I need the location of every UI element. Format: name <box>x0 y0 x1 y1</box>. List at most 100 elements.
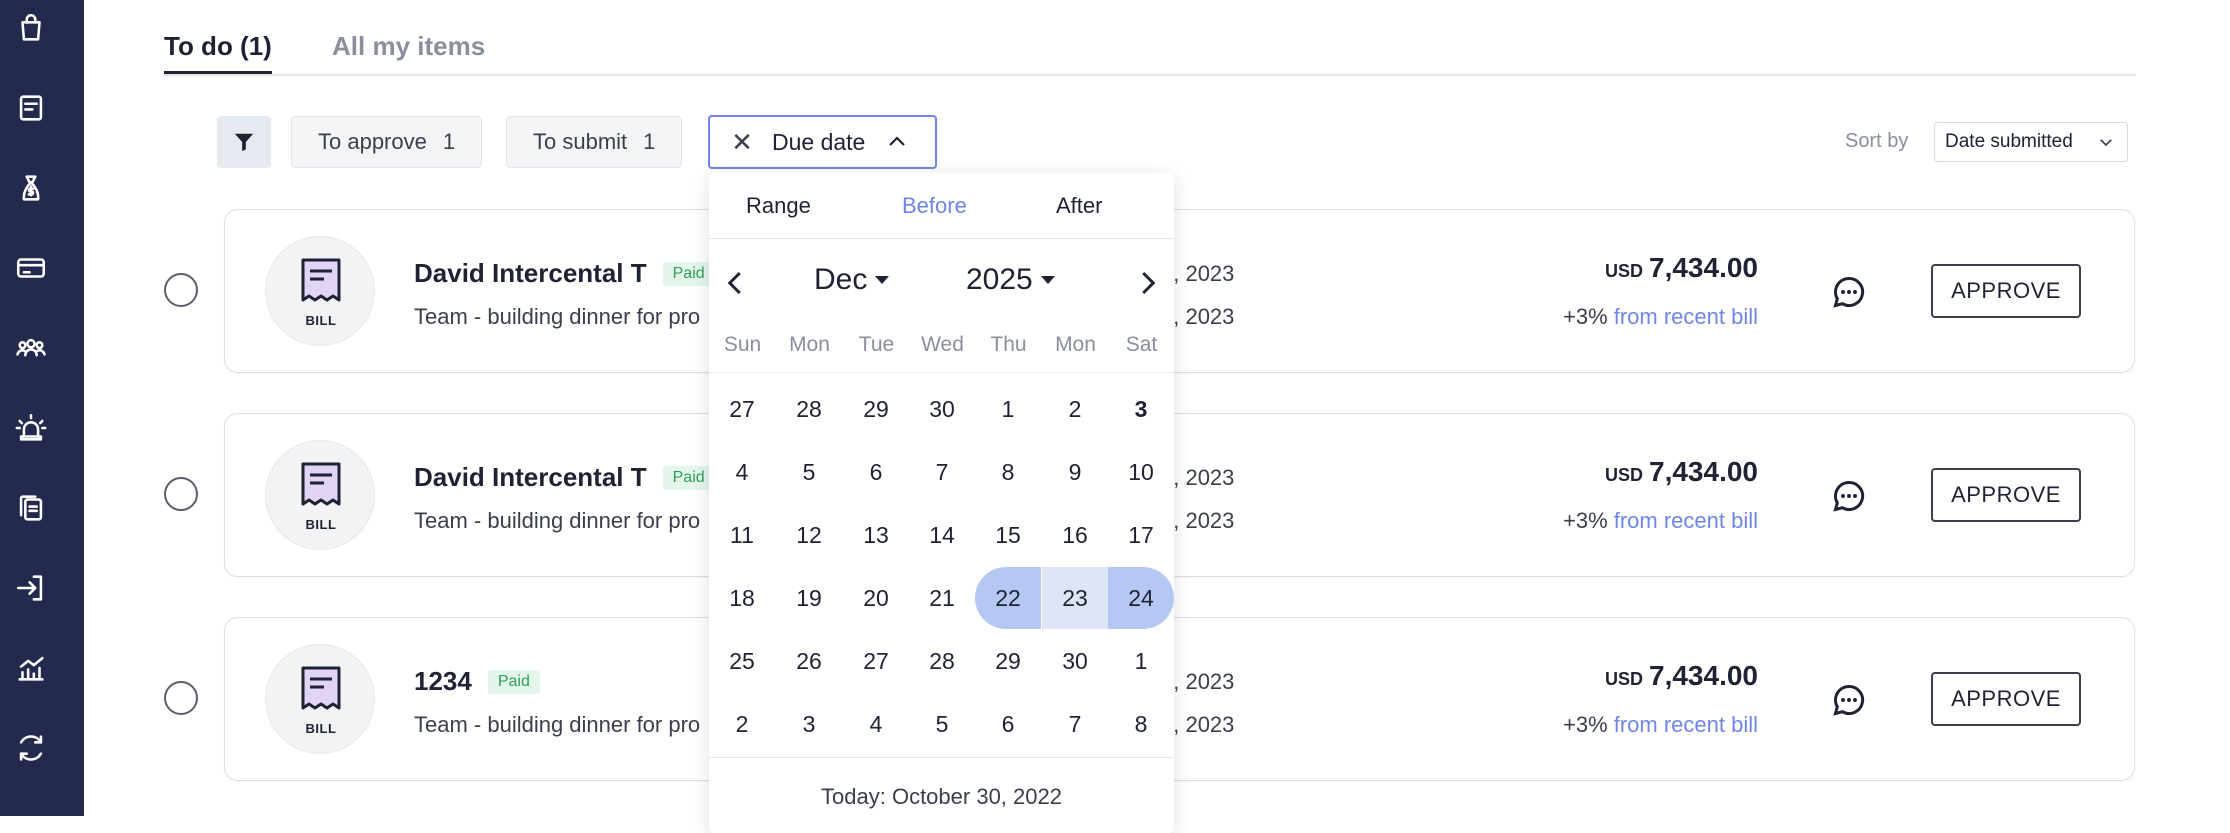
filter-chip-to-approve[interactable]: To approve 1 <box>291 116 483 168</box>
mode-range[interactable]: Range <box>746 193 811 219</box>
calendar-day[interactable]: 18 <box>709 567 775 629</box>
alert-siren-icon[interactable] <box>11 408 51 448</box>
credit-card-icon[interactable] <box>11 248 51 288</box>
calendar-day[interactable]: 23 <box>1042 567 1108 629</box>
calendar-day[interactable]: 2 <box>709 693 775 755</box>
calendar-day[interactable]: 26 <box>776 630 842 692</box>
filter-button[interactable] <box>217 116 271 168</box>
tab-todo[interactable]: To do (1) <box>164 30 272 74</box>
calendar-day[interactable]: 27 <box>709 378 775 440</box>
shopping-bag-icon[interactable] <box>11 8 51 48</box>
sync-icon[interactable] <box>11 728 51 768</box>
weekday-label: Thu <box>990 333 1027 356</box>
comment-icon[interactable] <box>1831 478 1867 514</box>
list-item[interactable]: BILL David Intercental T Paid Team - buil… <box>224 209 2135 373</box>
chevron-right-icon[interactable] <box>1132 268 1162 298</box>
calendar-day[interactable]: 29 <box>975 630 1041 692</box>
calendar-day[interactable]: 6 <box>843 441 909 503</box>
change-percent: +3% <box>1563 508 1608 533</box>
receipt-icon[interactable] <box>11 88 51 128</box>
calendar-day[interactable]: 28 <box>909 630 975 692</box>
calendar-day[interactable]: 28 <box>776 378 842 440</box>
item-title: 1234 Paid <box>414 666 540 697</box>
item-name: David Intercental T <box>414 462 647 492</box>
year-value: 2025 <box>966 263 1033 296</box>
calendar-day[interactable]: 14 <box>909 504 975 566</box>
comment-icon[interactable] <box>1831 682 1867 718</box>
calendar-day[interactable]: 20 <box>843 567 909 629</box>
calendar-day[interactable]: 25 <box>709 630 775 692</box>
calendar-day[interactable]: 27 <box>843 630 909 692</box>
month-select[interactable]: Dec <box>814 263 890 297</box>
list-item[interactable]: BILL 1234 Paid Team - building dinner for… <box>224 617 2135 781</box>
calendar-day[interactable]: 5 <box>776 441 842 503</box>
calendar-day[interactable]: 8 <box>1108 693 1174 755</box>
calendar-day[interactable]: 4 <box>709 441 775 503</box>
recent-bill-link[interactable]: from recent bill <box>1614 712 1758 737</box>
date-picker-footer: Today: October 30, 2022 <box>709 757 1174 817</box>
row-checkbox[interactable] <box>164 273 198 307</box>
weekday-label: Mon <box>1055 333 1096 356</box>
calendar-day[interactable]: 7 <box>1042 693 1108 755</box>
year-select[interactable]: 2025 <box>966 263 1055 297</box>
calendar-day[interactable]: 13 <box>843 504 909 566</box>
row-checkbox[interactable] <box>164 477 198 511</box>
mode-after[interactable]: After <box>1056 193 1102 219</box>
sort-select[interactable]: Date submitted <box>1934 122 2128 162</box>
tab-all-my-items[interactable]: All my items <box>332 30 485 62</box>
recent-bill-link[interactable]: from recent bill <box>1614 508 1758 533</box>
chevron-left-icon[interactable] <box>721 268 751 298</box>
calendar-day[interactable]: 1 <box>1108 630 1174 692</box>
calendar-day[interactable]: 1 <box>975 378 1041 440</box>
calendar-day[interactable]: 17 <box>1108 504 1174 566</box>
calendar-day[interactable]: 5 <box>909 693 975 755</box>
calendar-day[interactable]: 3 <box>1108 378 1174 440</box>
sign-in-icon[interactable] <box>11 568 51 608</box>
money-bag-icon[interactable] <box>11 168 51 208</box>
item-amount: USD 7,434.00 <box>1605 252 1758 284</box>
close-icon[interactable]: ✕ <box>730 127 754 158</box>
calendar-day[interactable]: 9 <box>1042 441 1108 503</box>
calendar-day[interactable]: 6 <box>975 693 1041 755</box>
calendar-day[interactable]: 8 <box>975 441 1041 503</box>
calendar-day[interactable]: 7 <box>909 441 975 503</box>
sidebar <box>0 0 84 816</box>
date-picker-popover: Range Before After Dec 2025 Sun Mon Tue Wed… <box>709 173 1174 833</box>
comment-icon[interactable] <box>1831 274 1867 310</box>
bill-label: BILL <box>305 517 337 532</box>
recent-bill-link[interactable]: from recent bill <box>1614 304 1758 329</box>
calendar-day[interactable]: 21 <box>909 567 975 629</box>
filter-chip-due-date[interactable]: ✕ Due date <box>708 115 937 169</box>
calendar-day[interactable]: 19 <box>776 567 842 629</box>
chip-label: Due date <box>772 128 866 155</box>
calendar-day[interactable]: 30 <box>1042 630 1108 692</box>
calendar-day[interactable]: 22 <box>975 567 1041 629</box>
approve-button[interactable]: APPROVE <box>1931 468 2081 522</box>
weekday-label: Sat <box>1125 333 1158 356</box>
approve-button[interactable]: APPROVE <box>1931 264 2081 318</box>
calendar-day[interactable]: 15 <box>975 504 1041 566</box>
calendar-day[interactable]: 4 <box>843 693 909 755</box>
approve-button[interactable]: APPROVE <box>1931 672 2081 726</box>
calendar-day[interactable]: 11 <box>709 504 775 566</box>
currency-code: USD <box>1604 465 1643 485</box>
calendar-day[interactable]: 3 <box>776 693 842 755</box>
row-checkbox[interactable] <box>164 681 198 715</box>
calendar-day[interactable]: 2 <box>1042 378 1108 440</box>
calendar-day[interactable]: 12 <box>776 504 842 566</box>
mode-before[interactable]: Before <box>902 193 967 219</box>
calendar-day[interactable]: 30 <box>909 378 975 440</box>
filter-chip-to-submit[interactable]: To submit 1 <box>506 116 683 168</box>
chip-count: 1 <box>442 129 456 154</box>
team-icon[interactable] <box>11 328 51 368</box>
chip-label: To approve <box>318 129 427 154</box>
item-amount: USD 7,434.00 <box>1605 456 1758 488</box>
calendar-day[interactable]: 29 <box>843 378 909 440</box>
calendar-day[interactable]: 10 <box>1108 441 1174 503</box>
weekday-label: Sun <box>723 333 762 356</box>
list-item[interactable]: BILL David Intercental T Paid Team - buil… <box>224 413 2135 577</box>
calendar-day[interactable]: 24 <box>1108 567 1174 629</box>
documents-icon[interactable] <box>11 488 51 528</box>
calendar-day[interactable]: 16 <box>1042 504 1108 566</box>
analytics-icon[interactable] <box>11 648 51 688</box>
